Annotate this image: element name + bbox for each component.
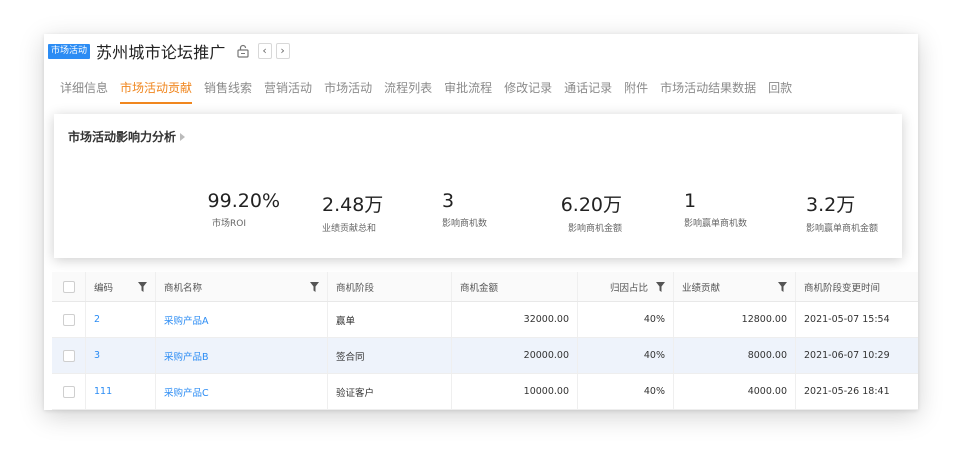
column-header-opportunity-name[interactable]: 商机名称 [156, 272, 328, 301]
tab-call-records[interactable]: 通话记录 [564, 78, 612, 100]
metric-roi-value: 99.20% [207, 190, 280, 212]
metric-performance-total-value: 2.48万 [322, 194, 384, 216]
column-header-amount-label: 商机金额 [460, 282, 499, 294]
row-select-cell [52, 374, 86, 409]
cell-attribution: 40% [578, 374, 674, 409]
next-record-button[interactable]: › [275, 43, 290, 59]
column-header-opportunity-name-label: 商机名称 [164, 282, 203, 294]
tab-payments[interactable]: 回款 [768, 78, 792, 100]
tab-process-list[interactable]: 流程列表 [384, 78, 432, 100]
tab-attachments[interactable]: 附件 [624, 78, 648, 100]
column-header-code-label: 编码 [94, 282, 114, 294]
table-header-row: 编码 商机名称 商机阶段 商机金额 归因占比 业绩贡献 商机阶段变更时间 [52, 272, 918, 302]
cell-amount: 32000.00 [452, 302, 578, 337]
impact-analysis-title-text: 市场活动影响力分析 [68, 130, 177, 144]
metric-won-amount-value: 3.2万 [806, 194, 856, 216]
row-select-cell [52, 338, 86, 373]
metric-opportunity-count-label: 影响商机数 [442, 219, 488, 229]
title-row: 市场活动 苏州城市论坛推广 ‹ › [48, 40, 290, 62]
cell-code[interactable]: 3 [86, 338, 156, 373]
column-header-amount[interactable]: 商机金额 [452, 272, 578, 301]
filter-icon[interactable] [138, 281, 147, 292]
metric-won-count-value: 1 [684, 190, 697, 212]
select-all-cell [52, 272, 86, 301]
cell-attribution: 40% [578, 338, 674, 373]
tab-change-log[interactable]: 修改记录 [504, 78, 552, 100]
cell-performance: 12800.00 [674, 302, 796, 337]
cell-stage-changed: 2021-05-07 15:54 [804, 314, 890, 325]
metric-opportunity-amount-label: 影响商机金额 [567, 224, 622, 234]
cell-stage: 签合同 [328, 338, 452, 373]
row-checkbox[interactable] [62, 349, 75, 362]
impact-analysis-card: 市场活动影响力分析 99.20% 市场ROI 2.48万 业绩贡献总和 3 影响… [54, 114, 902, 258]
record-window: 市场活动 苏州城市论坛推广 ‹ › 详细信息 市场活动贡献 销售线索 营销活动 … [44, 34, 918, 410]
cell-stage-changed: 2021-05-26 18:41 [804, 386, 890, 397]
cell-stage: 验证客户 [328, 374, 452, 409]
column-header-stage[interactable]: 商机阶段 [328, 272, 452, 301]
tab-sales-leads[interactable]: 销售线索 [204, 78, 252, 100]
cell-attribution: 40% [578, 302, 674, 337]
cell-performance: 8000.00 [674, 338, 796, 373]
select-all-checkbox[interactable] [62, 280, 75, 293]
metric-won-count: 1 影响赢单商机数 [684, 190, 747, 229]
row-checkbox[interactable] [62, 385, 75, 398]
metric-opportunity-amount-value: 6.20万 [560, 194, 622, 216]
cell-stage: 赢单 [328, 302, 452, 337]
tab-marketing-activities[interactable]: 营销活动 [264, 78, 312, 100]
metric-won-amount: 3.2万 影响赢单商机金额 [806, 190, 878, 234]
filter-icon[interactable] [310, 281, 319, 292]
tab-bar: 详细信息 市场活动贡献 销售线索 营销活动 市场活动 流程列表 审批流程 修改记… [60, 78, 804, 104]
record-type-tag: 市场活动 [48, 43, 91, 59]
impact-analysis-title[interactable]: 市场活动影响力分析 [68, 128, 186, 145]
cell-code[interactable]: 2 [86, 302, 156, 337]
tab-campaign-results[interactable]: 市场活动结果数据 [660, 78, 756, 100]
column-header-attribution-label: 归因占比 [610, 282, 649, 294]
opportunity-table: 编码 商机名称 商机阶段 商机金额 归因占比 业绩贡献 商机阶段变更时间 2 采… [52, 272, 918, 410]
column-header-stage-changed[interactable]: 商机阶段变更时间 [796, 272, 918, 301]
metric-roi: 99.20% 市场ROI [200, 190, 280, 229]
tab-campaigns[interactable]: 市场活动 [324, 78, 372, 100]
cell-opportunity-name[interactable]: 采购产品B [156, 338, 328, 373]
metric-opportunity-count: 3 影响商机数 [442, 190, 487, 229]
column-header-performance[interactable]: 业绩贡献 [674, 272, 796, 301]
cell-opportunity-name[interactable]: 采购产品A [156, 302, 328, 337]
table-row[interactable]: 3 采购产品B 签合同 20000.00 40% 8000.00 2021-06… [52, 338, 918, 374]
caret-right-icon [180, 133, 186, 141]
column-header-code[interactable]: 编码 [86, 272, 156, 301]
filter-icon[interactable] [778, 281, 787, 292]
metric-opportunity-count-value: 3 [442, 190, 455, 212]
cell-amount: 10000.00 [452, 374, 578, 409]
column-header-performance-label: 业绩贡献 [682, 282, 721, 294]
metric-performance-total-label: 业绩贡献总和 [322, 224, 377, 234]
table-row[interactable]: 111 采购产品C 验证客户 10000.00 40% 4000.00 2021… [52, 374, 918, 410]
lock-icon[interactable] [236, 43, 250, 59]
page-title: 苏州城市论坛推广 [96, 43, 226, 62]
cell-amount: 20000.00 [452, 338, 578, 373]
metric-opportunity-amount: 6.20万 影响商机金额 [550, 190, 622, 234]
column-header-stage-changed-label: 商机阶段变更时间 [804, 282, 881, 294]
tab-details[interactable]: 详细信息 [60, 78, 108, 100]
metric-won-amount-label: 影响赢单商机金额 [806, 224, 879, 234]
cell-code[interactable]: 111 [86, 374, 156, 409]
tab-approval-flow[interactable]: 审批流程 [444, 78, 492, 100]
filter-icon[interactable] [656, 281, 665, 292]
cell-opportunity-name[interactable]: 采购产品C [156, 374, 328, 409]
row-select-cell [52, 302, 86, 337]
metric-performance-total: 2.48万 业绩贡献总和 [322, 190, 383, 234]
cell-stage-changed: 2021-06-07 10:29 [804, 350, 890, 361]
row-checkbox[interactable] [62, 313, 75, 326]
column-header-attribution[interactable]: 归因占比 [578, 272, 674, 301]
tab-campaign-contribution[interactable]: 市场活动贡献 [120, 78, 193, 104]
table-row[interactable]: 2 采购产品A 赢单 32000.00 40% 12800.00 2021-05… [52, 302, 918, 338]
prev-record-button[interactable]: ‹ [257, 43, 272, 59]
metric-roi-label: 市场ROI [212, 219, 246, 229]
metric-won-count-label: 影响赢单商机数 [684, 219, 748, 229]
cell-performance: 4000.00 [674, 374, 796, 409]
column-header-stage-label: 商机阶段 [336, 282, 375, 294]
